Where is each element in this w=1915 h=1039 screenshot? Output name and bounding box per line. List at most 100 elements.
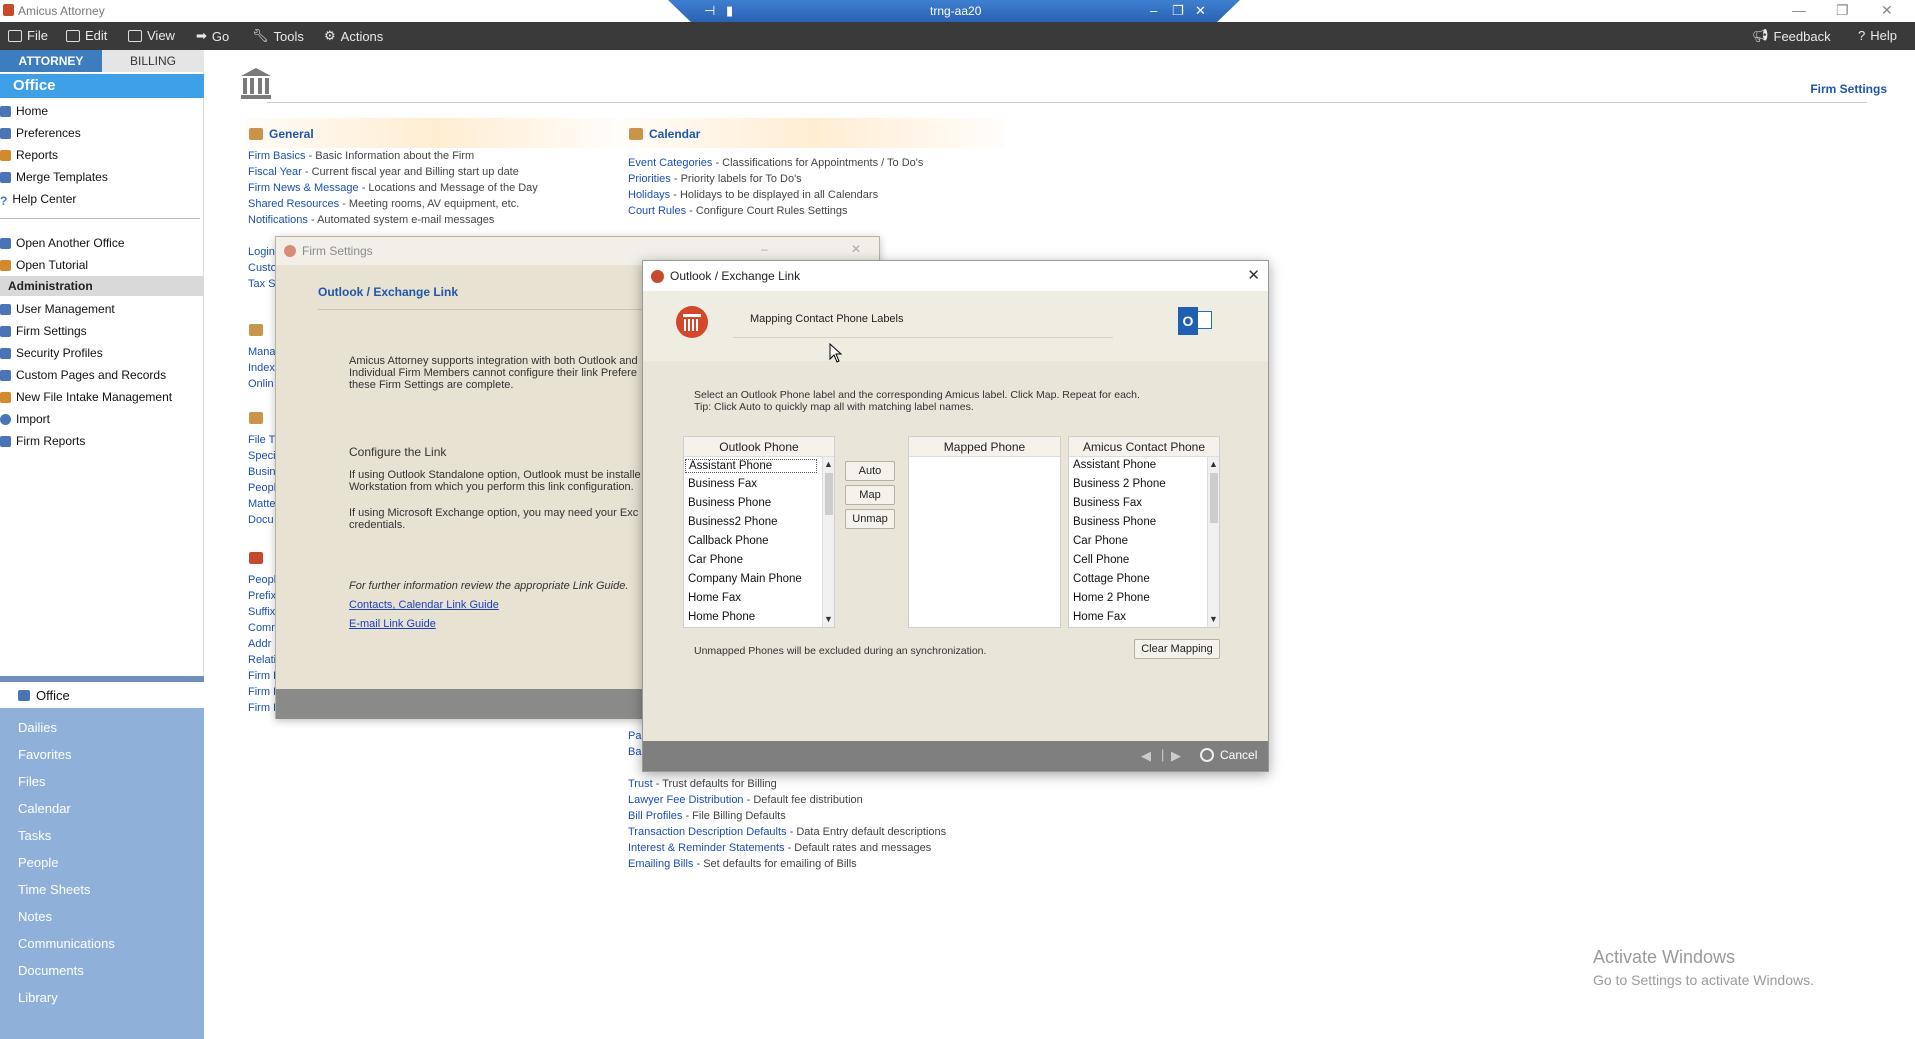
nav-favorites[interactable]: Favorites [18,747,71,762]
partial-link[interactable]: Custo [248,262,277,274]
scroll-thumb[interactable] [1210,473,1218,523]
firm-settings-breadcrumb[interactable]: Firm Settings [1810,82,1887,96]
general-line[interactable]: Firm News & Message - Locations and Mess… [248,182,538,194]
nav-documents[interactable]: Documents [18,963,84,978]
list-item[interactable]: Business Fax [1073,497,1142,509]
link[interactable]: Fiscal Year [248,166,302,178]
cancel-button[interactable]: Cancel [1200,748,1257,762]
partial-link[interactable]: Firm I [248,686,276,698]
list-item[interactable]: Assistant Phone [1073,459,1156,471]
billing-line[interactable]: Interest & Reminder Statements - Default… [628,842,931,854]
scroll-thumb[interactable] [825,473,833,515]
link[interactable]: Transaction Description Defaults [628,826,787,838]
list-item[interactable]: Business2 Phone [688,516,778,528]
partial-link[interactable]: Prefix [248,590,276,602]
back-arrow-icon[interactable]: ◀ [1141,748,1151,764]
scroll-up-icon[interactable]: ▲ [824,459,833,469]
nav-calendar[interactable]: Calendar [18,801,71,816]
partial-link[interactable]: Suffix [248,606,275,618]
calendar-line[interactable]: Holidays - Holidays to be displayed in a… [628,189,878,201]
list-item[interactable]: Car Phone [688,554,743,566]
sidebar-item-firm-settings[interactable]: Firm Settings [0,324,87,338]
mapped-phone-list[interactable]: Mapped Phone [908,436,1061,628]
link[interactable]: Notifications [248,214,308,226]
partial-link[interactable]: Tax S [248,278,276,290]
outlook-list-scrollbar[interactable]: ▲ ▼ [822,457,834,627]
partial-link[interactable]: Docu [248,514,274,526]
sidebar-item-security-profiles[interactable]: Security Profiles [0,346,103,360]
list-item[interactable]: Business Phone [1073,516,1156,528]
link[interactable]: Holidays [628,189,670,201]
partial-link[interactable]: Matte [248,498,276,510]
partial-link[interactable]: Pa [628,730,641,742]
sidebar-item-import[interactable]: Import [0,412,50,426]
close-icon[interactable]: ✕ [1247,266,1260,284]
general-line[interactable]: Notifications - Automated system e-mail … [248,214,494,226]
sidebar-item-reports[interactable]: Reports [0,148,58,162]
sidebar-item-help-center[interactable]: ? Help Center [0,192,76,208]
remote-minimize-icon[interactable]: – [1150,3,1157,18]
list-item[interactable]: Home Phone [688,611,755,623]
link[interactable]: Interest & Reminder Statements [628,842,785,854]
partial-link[interactable]: Addr [248,638,271,650]
list-item[interactable]: Company Main Phone [688,573,802,585]
list-item[interactable]: Business 2 Phone [1073,478,1166,490]
remote-restore-icon[interactable]: ❐ [1172,3,1184,19]
nav-notes[interactable]: Notes [18,909,52,924]
menu-file[interactable]: File [8,28,48,43]
menu-view[interactable]: View [128,28,175,43]
partial-link[interactable]: Firm I [248,670,276,682]
link[interactable]: Bill Profiles [628,810,682,822]
menu-actions[interactable]: ⚙ Actions [324,28,383,44]
scroll-up-icon[interactable]: ▲ [1209,459,1218,469]
partial-link[interactable]: Peopl [248,482,276,494]
sidebar-item-new-file-intake[interactable]: New File Intake Management [0,390,172,404]
partial-link[interactable]: File T [248,434,275,446]
auto-button[interactable]: Auto [845,461,895,481]
pin-icon[interactable]: ⊣ [704,3,715,19]
tab-billing[interactable]: BILLING [102,50,204,72]
list-item[interactable]: Home Fax [1073,611,1126,623]
billing-line[interactable]: Transaction Description Defaults - Data … [628,826,946,838]
menu-edit[interactable]: Edit [66,28,107,43]
menu-tools[interactable]: 🔧︎ Tools [252,28,304,44]
link[interactable]: Trust [628,778,653,790]
sidebar-item-user-management[interactable]: User Management [0,302,115,316]
outlook-phone-list[interactable]: Outlook Phone Assistant Phone Business F… [683,436,835,628]
list-item[interactable]: Cottage Phone [1073,573,1150,585]
list-item[interactable]: Business Phone [688,497,771,509]
restore-icon[interactable]: ❐ [1836,2,1849,19]
sidebar-item-preferences[interactable]: Preferences [0,126,81,140]
partial-link[interactable]: Mana [248,346,276,358]
sidebar-item-open-tutorial[interactable]: Open Tutorial [0,258,88,272]
link[interactable]: Emailing Bills [628,858,693,870]
list-item[interactable]: Assistant Phone [685,459,817,473]
link[interactable]: Court Rules [628,205,686,217]
sidebar-item-firm-reports[interactable]: Firm Reports [0,434,85,448]
partial-link[interactable]: Index [248,362,275,374]
minimize-icon[interactable]: – [761,242,768,256]
partial-link[interactable]: Firm I [248,702,276,714]
nav-files[interactable]: Files [18,774,45,789]
general-line[interactable]: Firm Basics - Basic Information about th… [248,150,474,162]
list-item[interactable]: Home 2 Phone [1073,592,1150,604]
scroll-down-icon[interactable]: ▼ [1209,614,1218,624]
partial-link[interactable]: Login [248,246,275,258]
calendar-line[interactable]: Court Rules - Configure Court Rules Sett… [628,205,848,217]
billing-line[interactable]: Bill Profiles - File Billing Defaults [628,810,786,822]
feedback-button[interactable]: 📢︎ Feedback [1752,28,1831,44]
remote-close-icon[interactable]: ✕ [1195,3,1206,19]
tab-attorney[interactable]: ATTORNEY [0,50,102,72]
calendar-line[interactable]: Priorities - Priority labels for To Do's [628,173,802,185]
general-line[interactable]: Shared Resources - Meeting rooms, AV equ… [248,198,519,210]
calendar-line[interactable]: Event Categories - Classifications for A… [628,157,923,169]
nav-tasks[interactable]: Tasks [18,828,51,843]
map-button[interactable]: Map [845,485,895,505]
link[interactable]: Firm Basics [248,150,305,162]
link[interactable]: Lawyer Fee Distribution [628,794,744,806]
amicus-list-scrollbar[interactable]: ▲ ▼ [1207,457,1219,627]
partial-link[interactable]: Onlin [248,378,274,390]
billing-line[interactable]: Trust - Trust defaults for Billing [628,778,777,790]
unmap-button[interactable]: Unmap [845,509,895,529]
nav-people[interactable]: People [18,855,58,870]
